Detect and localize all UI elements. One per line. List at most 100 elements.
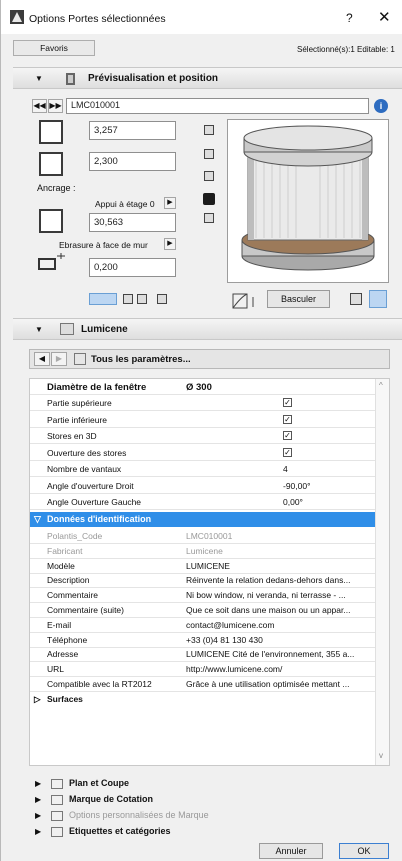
- table-row[interactable]: Modèle LUMICENE: [30, 559, 375, 574]
- table-row[interactable]: Stores en 3D ✓: [30, 429, 375, 444]
- expand-triangle-icon[interactable]: ▶: [35, 827, 41, 836]
- table-row[interactable]: Polantis_Code LMC010001: [30, 529, 375, 544]
- axon-preview-icon[interactable]: [204, 213, 214, 223]
- height-input[interactable]: 2,300: [89, 152, 176, 171]
- collapsed-section-header[interactable]: ▶ Etiquettes et catégories: [1, 825, 402, 839]
- table-row[interactable]: Angle d'ouverture Droit -90,00°: [30, 479, 375, 494]
- param-name: E-mail: [47, 619, 72, 630]
- param-name: Fabricant: [47, 545, 83, 556]
- mirror-right-icon[interactable]: [369, 290, 387, 308]
- param-value[interactable]: LUMICENE: [186, 559, 374, 574]
- preview-section-header[interactable]: ▼ Prévisualisation et position: [13, 67, 402, 89]
- table-row[interactable]: Fabricant Lumicene: [30, 544, 375, 559]
- checkbox-checked-icon[interactable]: ✓: [283, 398, 292, 407]
- diameter-label: Diamètre de la fenêtre: [47, 382, 147, 393]
- table-row[interactable]: Nombre de vantaux 4: [30, 462, 375, 477]
- lumicene-section-header[interactable]: ▼ Lumicene: [13, 318, 402, 340]
- surfaces-group-row[interactable]: ▷ Surfaces: [30, 692, 375, 707]
- previous-element-button[interactable]: ◀◀: [32, 99, 47, 113]
- table-row[interactable]: Commentaire Ni bow window, ni veranda, ni…: [30, 588, 375, 604]
- scroll-down-icon[interactable]: v: [379, 751, 383, 760]
- collapse-triangle-icon[interactable]: ▼: [35, 325, 43, 334]
- table-scrollbar[interactable]: ^ v: [375, 379, 389, 765]
- cancel-button[interactable]: Annuler: [259, 843, 323, 859]
- help-button[interactable]: ?: [346, 11, 353, 25]
- expand-triangle-icon[interactable]: ▶: [35, 795, 41, 804]
- table-row[interactable]: Partie inférieure ✓: [30, 413, 375, 428]
- param-value[interactable]: 4: [283, 462, 389, 477]
- elevation-mode-icon[interactable]: [137, 294, 147, 304]
- section-mode-icon[interactable]: [123, 294, 133, 304]
- close-button[interactable]: ✕: [378, 8, 391, 26]
- plan-preview-icon[interactable]: [204, 125, 214, 135]
- expand-triangle-icon[interactable]: ▶: [35, 779, 41, 788]
- param-value[interactable]: Lumicene: [186, 544, 374, 559]
- expand-triangle-icon[interactable]: ▶: [35, 811, 41, 820]
- param-value[interactable]: Ni bow window, ni veranda, ni terrasse -…: [186, 588, 374, 603]
- section-preview-icon[interactable]: [204, 149, 214, 159]
- info-icon[interactable]: i: [374, 99, 388, 113]
- lumicene-section-title: Lumicene: [81, 324, 128, 335]
- table-row[interactable]: Téléphone +33 (0)4 81 130 430: [30, 633, 375, 648]
- expand-triangle-icon[interactable]: ▽: [34, 512, 41, 527]
- width-input[interactable]: 3,257: [89, 121, 176, 140]
- param-value[interactable]: LMC010001: [186, 529, 374, 544]
- mirror-left-icon[interactable]: [350, 293, 362, 305]
- 3d-mode-icon[interactable]: [157, 294, 167, 304]
- param-name: Stores en 3D: [47, 431, 97, 441]
- 3d-preview-icon[interactable]: [203, 193, 215, 205]
- table-row[interactable]: E-mail contact@lumicene.com: [30, 618, 375, 633]
- param-value[interactable]: +33 (0)4 81 130 430: [186, 633, 374, 648]
- param-name: Adresse: [47, 649, 79, 660]
- param-value[interactable]: http://www.lumicene.com/: [186, 662, 374, 677]
- table-row[interactable]: Compatible avec la RT2012 Grâce à une uti…: [30, 677, 375, 692]
- elevation-preview-icon[interactable]: [204, 171, 214, 181]
- plan-mode-icon[interactable]: [89, 293, 117, 305]
- reveal-dropdown-button[interactable]: ▶: [164, 238, 176, 250]
- collapsed-section-header[interactable]: ▶ Plan et Coupe: [1, 777, 402, 791]
- table-row[interactable]: Description Réinvente la relation dedans-…: [30, 573, 375, 589]
- param-value[interactable]: -90,00°: [283, 479, 389, 494]
- reveal-icon: [38, 253, 65, 270]
- section-title: Etiquettes et catégories: [69, 826, 171, 836]
- sill-height-input[interactable]: 30,563: [89, 213, 176, 232]
- next-element-button[interactable]: ▶▶: [48, 99, 63, 113]
- param-value[interactable]: contact@lumicene.com: [186, 618, 374, 633]
- param-name: Partie supérieure: [47, 398, 112, 408]
- ok-button[interactable]: OK: [339, 843, 389, 859]
- table-row[interactable]: Partie supérieure ✓: [30, 396, 375, 411]
- anchor-dropdown-button[interactable]: ▶: [164, 197, 176, 209]
- identification-group-row[interactable]: ▽ Données d'identification: [30, 512, 375, 527]
- param-value[interactable]: Que ce soit dans une maison ou un appar.…: [186, 603, 374, 618]
- checkbox-checked-icon[interactable]: ✓: [283, 447, 292, 457]
- reveal-input[interactable]: 0,200: [89, 258, 176, 277]
- section-icon: [51, 779, 63, 789]
- collapse-triangle-icon[interactable]: ▼: [35, 74, 43, 83]
- flip-button[interactable]: Basculer: [267, 290, 330, 308]
- next-page-button[interactable]: ▶: [51, 352, 67, 366]
- checkbox-checked-icon[interactable]: ✓: [283, 431, 292, 440]
- door-preview-icon: [66, 73, 75, 85]
- 3d-preview-pane[interactable]: [227, 119, 389, 283]
- archicad-app-icon: [10, 10, 24, 24]
- favorites-button[interactable]: Favoris: [13, 40, 95, 56]
- param-value[interactable]: Grâce à une utilisation optimisée mettan…: [186, 677, 374, 692]
- collapsed-section-header[interactable]: ▶ Options personnalisées de Marque: [1, 809, 402, 823]
- param-value[interactable]: Réinvente la relation dedans-dehors dans…: [186, 573, 374, 588]
- element-id-field[interactable]: LMC010001: [66, 98, 369, 114]
- table-row[interactable]: Ouverture des stores ✓: [30, 446, 375, 461]
- all-params-icon: [74, 353, 86, 365]
- collapsed-section-header[interactable]: ▶ Marque de Cotation: [1, 793, 402, 807]
- expand-triangle-icon[interactable]: ▷: [34, 692, 41, 707]
- table-row[interactable]: Adresse LUMICENE Cité de l'environnement,…: [30, 647, 375, 663]
- table-row[interactable]: Angle Ouverture Gauche 0,00°: [30, 495, 375, 510]
- table-row[interactable]: Commentaire (suite) Que ce soit dans une …: [30, 603, 375, 618]
- param-name: Commentaire (suite): [47, 605, 124, 615]
- param-value[interactable]: 0,00°: [283, 495, 389, 510]
- scroll-up-icon[interactable]: ^: [379, 381, 383, 390]
- table-row[interactable]: URL http://www.lumicene.com/: [30, 662, 375, 678]
- checkbox-checked-icon[interactable]: ✓: [283, 414, 292, 424]
- section-title: Plan et Coupe: [69, 778, 130, 788]
- param-value[interactable]: LUMICENE Cité de l'environnement, 355 a.…: [186, 647, 374, 662]
- prev-page-button[interactable]: ◀: [34, 352, 50, 366]
